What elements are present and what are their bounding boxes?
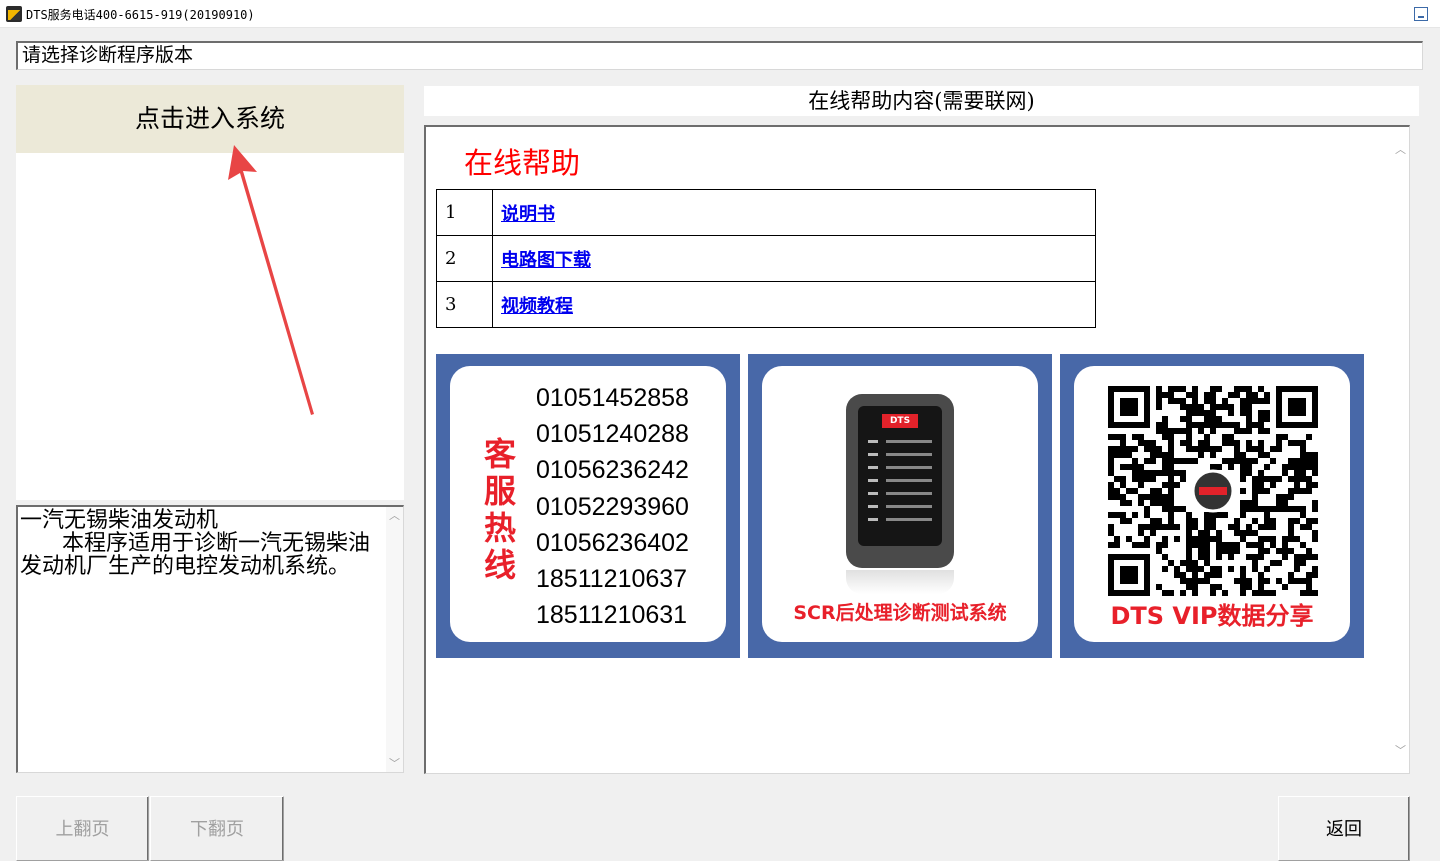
help-scrollbar[interactable]: ︿ ﹀ — [1392, 127, 1409, 773]
vip-caption: DTS VIP数据分享 — [1110, 602, 1314, 630]
phone-number: 01052293960 — [536, 492, 689, 521]
help-title: 在线帮助 — [464, 146, 581, 180]
program-description-box[interactable]: 一汽无锡柴油发动机 本程序适用于诊断一汽无锡柴油发动机厂生产的电控发动机系统。 … — [16, 505, 404, 773]
app-icon — [6, 6, 22, 22]
scroll-down-icon[interactable]: ﹀ — [386, 755, 403, 772]
help-content-frame: 在线帮助 1 说明书 2 电路图下载 3 视频教程 客服热线 010514528… — [424, 125, 1410, 774]
scroll-up-icon[interactable]: ︿ — [1392, 141, 1409, 158]
diagnostic-device-image: DTS — [846, 394, 954, 568]
phone-list: 01051452858 01051240288 01056236242 0105… — [536, 380, 689, 633]
manual-link[interactable]: 说明书 — [501, 204, 555, 225]
back-button[interactable]: 返回 — [1278, 796, 1410, 861]
table-row: 2 电路图下载 — [436, 235, 1096, 282]
scroll-up-icon[interactable]: ︿ — [386, 507, 403, 524]
device-logo: DTS — [882, 414, 918, 428]
phone-number: 01056236402 — [536, 528, 689, 557]
description-scrollbar[interactable]: ︿ ﹀ — [386, 507, 403, 772]
vip-share-banner[interactable]: DTS VIP数据分享 — [1060, 354, 1364, 658]
scr-system-banner[interactable]: DTS SCR后处理诊断测试系统 — [748, 354, 1052, 658]
table-row: 1 说明书 — [436, 189, 1096, 236]
scroll-down-icon[interactable]: ﹀ — [1392, 742, 1409, 759]
hotline-label: 客服热线 — [483, 435, 516, 584]
phone-number: 01056236242 — [536, 456, 689, 485]
table-row: 3 视频教程 — [436, 281, 1096, 328]
qr-code-icon — [1108, 386, 1318, 596]
phone-number: 01051452858 — [536, 384, 689, 412]
video-tutorial-link[interactable]: 视频教程 — [501, 296, 573, 317]
prev-page-button[interactable]: 上翻页 — [16, 796, 149, 861]
phone-number: 18511210637 — [536, 565, 688, 594]
row-number: 3 — [436, 281, 493, 328]
scr-caption: SCR后处理诊断测试系统 — [793, 602, 1007, 624]
row-number: 1 — [436, 189, 493, 236]
version-selector[interactable]: 请选择诊断程序版本 — [16, 41, 1423, 70]
row-number: 2 — [436, 235, 493, 282]
help-links-table: 1 说明书 2 电路图下载 3 视频教程 — [436, 189, 1096, 328]
program-list-panel: 点击进入系统 — [16, 85, 404, 500]
minimize-icon[interactable] — [1414, 7, 1428, 21]
hotline-banner[interactable]: 客服热线 01051452858 01051240288 01056236242… — [436, 354, 740, 658]
help-header: 在线帮助内容(需要联网) — [424, 86, 1419, 116]
title-bar: DTS服务电话400-6615-919(20190910) — [0, 0, 1440, 28]
phone-number: 01051240288 — [536, 420, 689, 449]
phone-number: 18511210631 — [536, 601, 688, 630]
window-title: DTS服务电话400-6615-919(20190910) — [26, 8, 255, 22]
next-page-button[interactable]: 下翻页 — [150, 796, 284, 861]
enter-system-button[interactable]: 点击进入系统 — [16, 85, 404, 153]
circuit-diagram-link[interactable]: 电路图下载 — [501, 250, 591, 271]
program-description: 一汽无锡柴油发动机 本程序适用于诊断一汽无锡柴油发动机厂生产的电控发动机系统。 — [20, 508, 370, 579]
